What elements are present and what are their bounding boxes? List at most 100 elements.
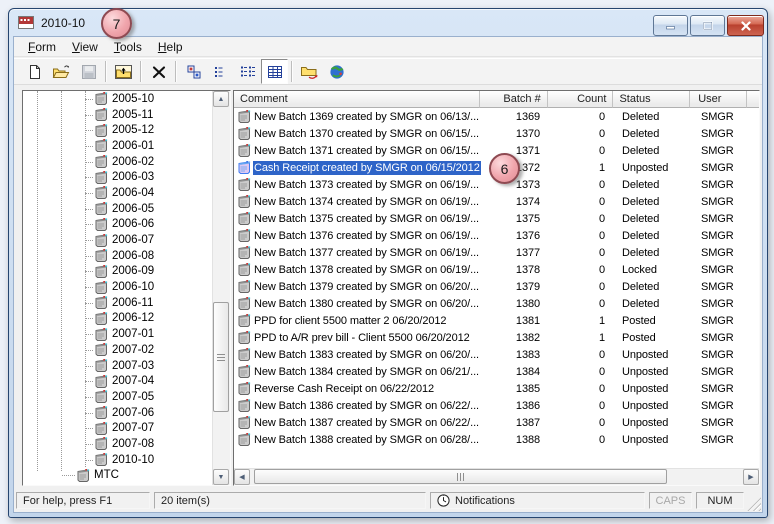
menu-form[interactable]: Form (20, 38, 64, 56)
tree-item-2006-11[interactable]: 2006-11 (23, 295, 213, 311)
scrollbar-thumb[interactable] (254, 469, 667, 484)
callout-number: 7 (112, 15, 121, 32)
scroll-down-button[interactable]: ▼ (213, 469, 229, 485)
close-button[interactable] (727, 15, 764, 36)
column-header-batch[interactable]: Batch # (479, 91, 548, 108)
user-cell: SMGR (701, 263, 734, 276)
tree-item-2006-09[interactable]: 2006-09 (23, 264, 213, 280)
list-row-1370[interactable]: New Batch 1370 created by SMGR on 06/15/… (234, 125, 759, 142)
tree-item-2006-06[interactable]: 2006-06 (23, 217, 213, 233)
open-button[interactable] (48, 59, 75, 84)
menu-view[interactable]: View (64, 38, 106, 56)
tree-item-2006-10[interactable]: 2006-10 (23, 279, 213, 295)
tree-item-2006-03[interactable]: 2006-03 (23, 169, 213, 185)
tree-item-2006-07[interactable]: 2006-07 (23, 232, 213, 248)
batch-icon (234, 296, 253, 311)
list-row-1382[interactable]: PPD to A/R prev bill - Client 5500 06/20… (234, 329, 759, 346)
scrollbar-thumb[interactable] (213, 302, 229, 412)
tree-item-2006-04[interactable]: 2006-04 (23, 185, 213, 201)
tree-item-mtc[interactable]: MTC (23, 468, 213, 484)
count-cell: 0 (598, 280, 605, 293)
tree-item-2006-02[interactable]: 2006-02 (23, 154, 213, 170)
save-button[interactable] (75, 59, 102, 84)
list-row-1375[interactable]: New Batch 1375 created by SMGR on 06/19/… (234, 210, 759, 227)
list-row-1386[interactable]: New Batch 1386 created by SMGR on 06/22/… (234, 397, 759, 414)
tree-item-2007-06[interactable]: 2007-06 (23, 405, 213, 421)
batch-icon (234, 415, 253, 430)
tree-item-2007-08[interactable]: 2007-08 (23, 436, 213, 452)
tree-item-2007-03[interactable]: 2007-03 (23, 358, 213, 374)
batch-icon (93, 233, 109, 248)
column-header-count[interactable]: Count (547, 91, 614, 108)
batch-icon (93, 311, 109, 326)
tree-item-label: 2006-12 (112, 312, 155, 325)
resize-grip[interactable] (747, 497, 761, 511)
tree-item-label: 2006-01 (112, 139, 155, 152)
tree-item-2010-10[interactable]: 2010-10 (23, 452, 213, 468)
list-row-1385[interactable]: Reverse Cash Receipt on 06/22/2012 1385 0 U… (234, 380, 759, 397)
maximize-button[interactable] (690, 15, 725, 36)
minimize-button[interactable] (653, 15, 688, 36)
tree-item-2005-12[interactable]: 2005-12 (23, 122, 213, 138)
menu-tools[interactable]: Tools (106, 38, 150, 56)
comment-text: New Batch 1374 created by SMGR on 06/19/… (254, 195, 479, 208)
tree-item-2005-10[interactable]: 2005-10 (23, 91, 213, 107)
multi-list-view-button[interactable] (234, 59, 261, 84)
callout-7: 7 (101, 8, 132, 39)
batch-number-cell: 1377 (515, 246, 540, 259)
batch-icon (234, 211, 253, 226)
column-header-user[interactable]: User (690, 91, 747, 108)
comment-cell: PPD for client 5500 matter 2 06/20/2012 (253, 314, 481, 328)
tree-item-2006-12[interactable]: 2006-12 (23, 311, 213, 327)
post-folder-button[interactable] (296, 59, 323, 84)
tree-vertical-scrollbar[interactable]: ▲ ▼ (212, 91, 230, 485)
tree-item-2007-02[interactable]: 2007-02 (23, 342, 213, 358)
menu-help[interactable]: Help (150, 38, 191, 56)
column-header-status[interactable]: Status (613, 91, 691, 108)
scroll-left-button[interactable]: ◀ (234, 469, 250, 485)
small-icons-view-button[interactable] (180, 59, 207, 84)
list-row-1374[interactable]: New Batch 1374 created by SMGR on 06/19/… (234, 193, 759, 210)
list-row-1379[interactable]: New Batch 1379 created by SMGR on 06/20/… (234, 278, 759, 295)
list-row-1384[interactable]: New Batch 1384 created by SMGR on 06/21/… (234, 363, 759, 380)
list-row-1387[interactable]: New Batch 1387 created by SMGR on 06/22/… (234, 414, 759, 431)
internet-button[interactable] (323, 59, 350, 84)
tree-item-2007-04[interactable]: 2007-04 (23, 373, 213, 389)
count-cell: 0 (598, 229, 605, 242)
list-horizontal-scrollbar[interactable]: ◀ ▶ (234, 468, 759, 485)
scroll-up-button[interactable]: ▲ (213, 91, 229, 107)
scroll-right-button[interactable]: ▶ (743, 469, 759, 485)
details-view-button[interactable] (261, 59, 288, 84)
tree-item-2006-08[interactable]: 2006-08 (23, 248, 213, 264)
list-row-1383[interactable]: New Batch 1383 created by SMGR on 06/20/… (234, 346, 759, 363)
tree-connector (85, 318, 93, 320)
list-row-1388[interactable]: New Batch 1388 created by SMGR on 06/28/… (234, 431, 759, 448)
user-cell: SMGR (701, 433, 734, 446)
comment-cell: New Batch 1384 created by SMGR on 06/21/… (253, 365, 481, 379)
list-row-1378[interactable]: New Batch 1378 created by SMGR on 06/19/… (234, 261, 759, 278)
notifications-label: Notifications (455, 494, 515, 507)
list-row-1369[interactable]: New Batch 1369 created by SMGR on 06/13/… (234, 108, 759, 125)
tree-item-2007-07[interactable]: 2007-07 (23, 420, 213, 436)
up-one-level-button[interactable] (110, 59, 137, 84)
tree-item-label: 2007-02 (112, 343, 155, 356)
list-row-1377[interactable]: New Batch 1377 created by SMGR on 06/19/… (234, 244, 759, 261)
tree-item-2006-01[interactable]: 2006-01 (23, 138, 213, 154)
toolbar-separator (175, 61, 177, 82)
list-row-1376[interactable]: New Batch 1376 created by SMGR on 06/19/… (234, 227, 759, 244)
status-cell: Locked (622, 263, 657, 276)
tree-item-2007-01[interactable]: 2007-01 (23, 326, 213, 342)
list-view-button[interactable] (207, 59, 234, 84)
list-row-1381[interactable]: PPD for client 5500 matter 2 06/20/2012 1… (234, 312, 759, 329)
tree-item-2007-05[interactable]: 2007-05 (23, 389, 213, 405)
column-header-comment[interactable]: Comment (234, 91, 480, 108)
batch-icon (93, 358, 109, 373)
tree-item-2006-05[interactable]: 2006-05 (23, 201, 213, 217)
new-document-button[interactable] (21, 59, 48, 84)
count-cell: 0 (598, 212, 605, 225)
delete-button[interactable] (145, 59, 172, 84)
comment-cell: New Batch 1371 created by SMGR on 06/15/… (253, 144, 481, 158)
comment-cell: New Batch 1369 created by SMGR on 06/13/… (253, 110, 481, 124)
list-row-1380[interactable]: New Batch 1380 created by SMGR on 06/20/… (234, 295, 759, 312)
tree-item-2005-11[interactable]: 2005-11 (23, 107, 213, 123)
